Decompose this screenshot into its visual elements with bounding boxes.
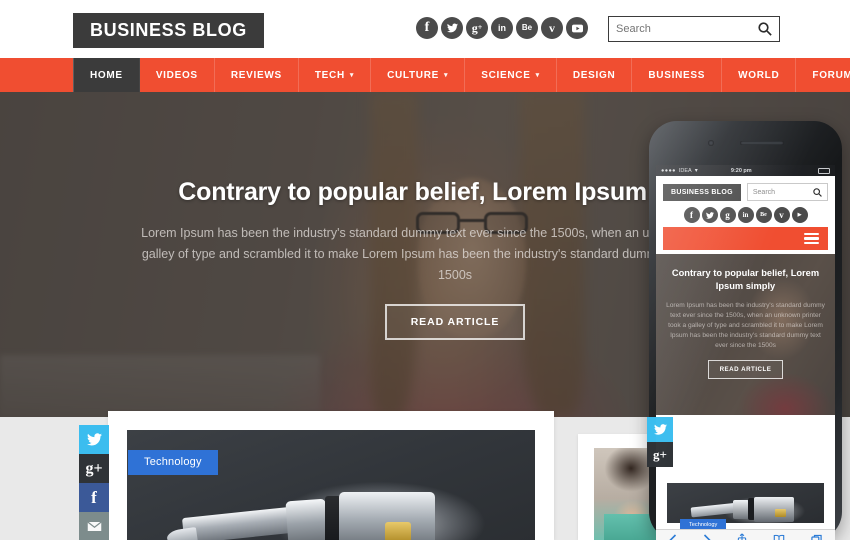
phone-screen: ●●●● IDEA ▾ 9:20 pm BUSINESS BLOG Search — [656, 165, 835, 477]
nav-item-science[interactable]: SCIENCE ▾ — [465, 58, 557, 92]
phone-share-google-plus-icon[interactable]: g+ — [647, 442, 673, 467]
phone-status-bar: ●●●● IDEA ▾ 9:20 pm — [656, 165, 835, 176]
phone-youtube-icon[interactable]: ▶ — [791, 207, 808, 223]
page-root: Contrary to popular belief, Lorem Ipsum … — [0, 0, 850, 540]
nav-item-home[interactable]: HOME — [73, 58, 140, 92]
phone-search-field[interactable]: Search — [746, 183, 828, 201]
phone-hero-banner: Contrary to popular belief, Lorem Ipsum … — [656, 254, 835, 415]
search-icon[interactable] — [758, 22, 772, 36]
phone-speaker — [739, 141, 784, 145]
social-share-rail: g+ f — [79, 425, 109, 540]
post-category-badge[interactable]: Technology — [128, 450, 218, 475]
phone-social-share-rail: g+ — [647, 417, 673, 467]
nav-item-label: HOME — [90, 69, 123, 81]
chevron-down-icon: ▾ — [444, 72, 449, 79]
phone-twitter-icon[interactable] — [701, 207, 718, 223]
main-navigation: HOME VIDEOS REVIEWS TECH ▾ CULTURE ▾ SCIENCE ▾ DE… — [0, 58, 850, 92]
phone-site-header: BUSINESS BLOG Search f g in Be v ▶ — [656, 176, 835, 254]
phone-site-logo: BUSINESS BLOG — [663, 183, 741, 201]
share-facebook-icon[interactable]: f — [79, 483, 109, 512]
phone-search-icon[interactable] — [813, 187, 822, 197]
phone-linkedin-icon[interactable]: in — [737, 207, 754, 223]
phone-hamburger-menu-icon[interactable] — [804, 231, 819, 247]
nav-item-forum[interactable]: FORUM — [796, 58, 850, 92]
hero-read-article-button[interactable]: READ ARTICLE — [384, 303, 526, 340]
nav-item-label: WORLD — [738, 69, 780, 81]
featured-post-card[interactable] — [108, 411, 554, 540]
nav-item-world[interactable]: WORLD — [722, 58, 797, 92]
linkedin-icon[interactable]: in — [491, 17, 513, 39]
phone-share-icon[interactable] — [737, 533, 747, 540]
nav-item-label: CULTURE — [387, 69, 440, 81]
share-email-icon[interactable] — [79, 512, 109, 540]
phone-tabs-icon[interactable] — [811, 534, 822, 540]
phone-camera-icon — [707, 140, 714, 146]
phone-post-card[interactable]: Technology — [656, 477, 835, 529]
site-header: BUSINESS BLOG f g + in Be v — [0, 0, 850, 58]
phone-behance-icon[interactable]: Be — [755, 207, 772, 223]
battery-icon — [817, 167, 830, 174]
phone-browser-toolbar — [656, 529, 835, 540]
nav-item-videos[interactable]: VIDEOS — [140, 58, 215, 92]
share-twitter-icon[interactable] — [79, 425, 109, 454]
nav-item-label: SCIENCE — [481, 69, 531, 81]
phone-facebook-icon[interactable]: f — [683, 207, 700, 223]
nav-item-label: TECH — [314, 69, 345, 81]
phone-vimeo-icon[interactable]: v — [773, 207, 790, 223]
phone-back-icon[interactable] — [669, 533, 677, 540]
youtube-icon[interactable] — [566, 17, 588, 39]
twitter-icon[interactable] — [441, 17, 463, 39]
thumbnail-tool-illustration — [166, 482, 475, 540]
phone-wifi-icon: ▾ — [694, 168, 698, 174]
phone-battery — [817, 167, 830, 174]
phone-forward-icon[interactable] — [703, 533, 711, 540]
chevron-down-icon: ▾ — [535, 72, 540, 79]
phone-carrier-label: IDEA — [678, 167, 692, 174]
facebook-icon[interactable]: f — [416, 17, 438, 39]
phone-social-icons: f g in Be v ▶ — [663, 207, 828, 223]
phone-post-thumbnail — [667, 483, 824, 523]
phone-nav-bar — [663, 227, 828, 250]
nav-item-label: REVIEWS — [230, 69, 282, 81]
behance-icon[interactable]: Be — [516, 17, 538, 39]
phone-share-twitter-icon[interactable] — [647, 417, 673, 442]
site-logo[interactable]: BUSINESS BLOG — [73, 13, 264, 48]
nav-item-culture[interactable]: CULTURE ▾ — [371, 58, 466, 92]
phone-mockup: ●●●● IDEA ▾ 9:20 pm BUSINESS BLOG Search — [647, 121, 842, 540]
phone-signal-icon: ●●●● — [661, 167, 676, 174]
phone-search-placeholder: Search — [752, 188, 776, 196]
phone-bookmarks-icon[interactable] — [773, 534, 785, 540]
vimeo-icon[interactable]: v — [541, 17, 563, 39]
nav-item-reviews[interactable]: REVIEWS — [215, 58, 299, 92]
phone-google-plus-icon[interactable]: g — [719, 207, 736, 223]
phone-post-category-badge[interactable]: Technology — [680, 519, 727, 529]
phone-clock: 9:20 pm — [730, 167, 752, 174]
share-google-plus-icon[interactable]: g+ — [79, 454, 109, 483]
nav-item-design[interactable]: DESIGN — [557, 58, 633, 92]
featured-post-thumbnail — [127, 430, 535, 540]
phone-hero-title: Contrary to popular belief, Lorem Ipsum … — [671, 268, 820, 291]
nav-item-business[interactable]: BUSINESS — [632, 58, 723, 92]
google-plus-icon[interactable]: g + — [466, 17, 488, 39]
phone-hero-read-article-button[interactable]: READ ARTICLE — [707, 360, 784, 379]
search-input[interactable] — [609, 23, 749, 35]
header-search-box[interactable] — [608, 16, 780, 42]
nav-item-label: FORUM — [812, 69, 850, 81]
phone-hero-subtitle: Lorem Ipsum has been the industry's stan… — [666, 302, 825, 349]
nav-item-label: DESIGN — [572, 69, 616, 81]
chevron-down-icon: ▾ — [349, 72, 355, 79]
nav-item-label: VIDEOS — [155, 69, 198, 81]
nav-item-label: BUSINESS — [648, 69, 706, 81]
header-social-icons: f g + in Be v — [416, 17, 588, 39]
nav-item-tech[interactable]: TECH ▾ — [299, 58, 372, 92]
phone-top-hardware — [649, 121, 842, 165]
